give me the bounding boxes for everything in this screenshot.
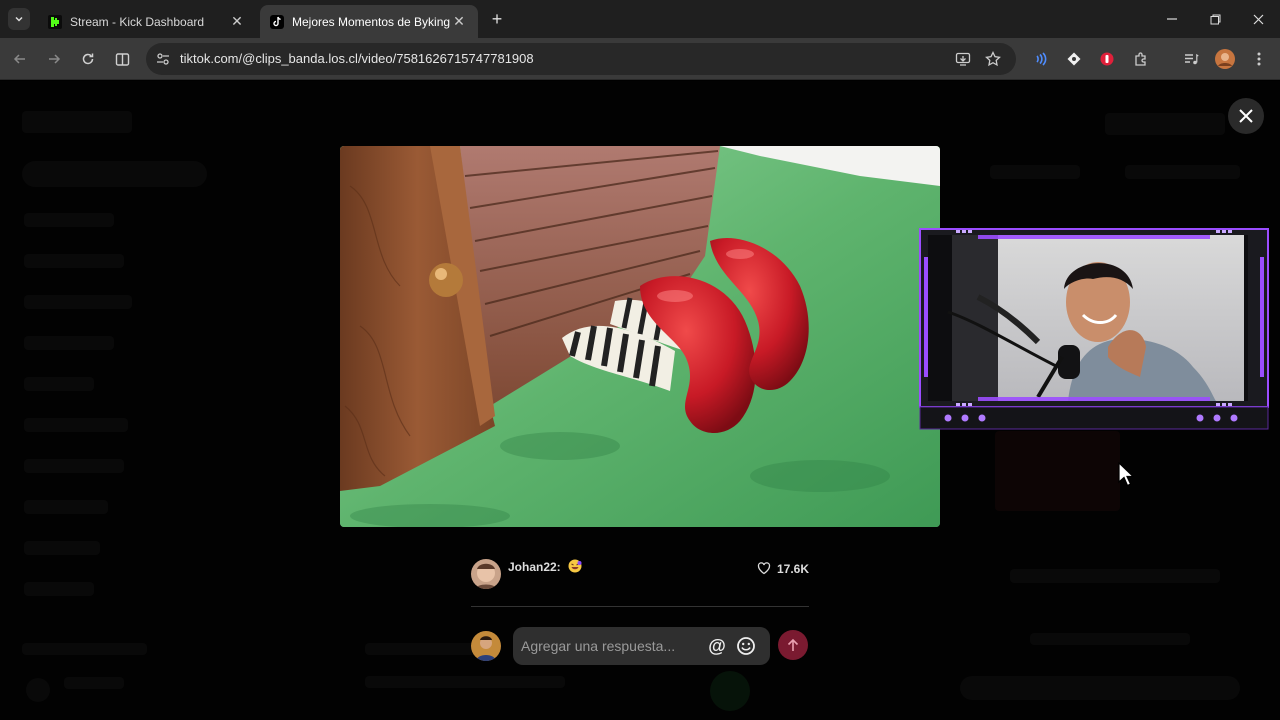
tab-kick-dashboard[interactable]: Stream - Kick Dashboard ✕	[38, 5, 256, 38]
mouse-cursor-icon	[1118, 461, 1135, 493]
cake-illustration	[340, 146, 940, 527]
browser-menu-icon[interactable]	[1247, 47, 1271, 71]
minimize-icon[interactable]	[1158, 6, 1186, 32]
close-modal-button[interactable]	[1228, 98, 1264, 134]
current-user-avatar[interactable]	[471, 631, 501, 661]
install-app-icon[interactable]	[951, 47, 975, 71]
reply-input-container[interactable]: @	[513, 627, 770, 665]
new-tab-button[interactable]: +	[486, 8, 508, 30]
restore-icon[interactable]	[1201, 6, 1229, 32]
divider	[471, 606, 809, 607]
close-tab-icon[interactable]: ✕	[450, 13, 468, 31]
tab-title: Stream - Kick Dashboard	[70, 14, 205, 29]
streamer-webcam-overlay	[918, 227, 1270, 433]
heart-icon[interactable]	[757, 561, 773, 577]
address-bar[interactable]: tiktok.com/@clips_banda.los.cl/video/758…	[146, 43, 1016, 75]
chevron-down-icon	[15, 16, 23, 22]
split-view-icon[interactable]	[110, 47, 134, 71]
site-settings-icon[interactable]	[154, 50, 172, 68]
arrow-up-icon	[787, 638, 799, 651]
extension-red-icon[interactable]	[1095, 47, 1119, 71]
close-icon	[1239, 109, 1253, 123]
extension-diamond-icon[interactable]	[1062, 47, 1086, 71]
url-text: tiktok.com/@clips_banda.los.cl/video/758…	[180, 51, 534, 66]
bookmark-star-icon[interactable]	[981, 47, 1005, 71]
profile-avatar[interactable]	[1213, 47, 1237, 71]
laughing-emoji-icon	[568, 559, 582, 573]
commenter-avatar[interactable]	[471, 559, 501, 589]
comment-item: Johan22: 17.6K	[471, 557, 811, 591]
comment-media-image[interactable]	[340, 146, 940, 527]
extensions-puzzle-icon[interactable]	[1129, 47, 1153, 71]
back-icon[interactable]	[8, 47, 32, 71]
media-controls-icon[interactable]	[1179, 47, 1203, 71]
browser-toolbar: tiktok.com/@clips_banda.los.cl/video/758…	[0, 38, 1280, 80]
reload-icon[interactable]	[76, 47, 100, 71]
send-reply-button[interactable]	[778, 630, 808, 660]
emoji-icon[interactable]	[735, 635, 757, 657]
extension-audio-icon[interactable]	[1028, 47, 1052, 71]
tab-tiktok-video[interactable]: Mejores Momentos de Byking: ✕	[260, 5, 478, 38]
mention-button[interactable]: @	[706, 635, 728, 657]
tab-title: Mejores Momentos de Byking:	[292, 14, 450, 29]
tiktok-icon	[270, 14, 284, 29]
close-window-icon[interactable]	[1244, 6, 1272, 32]
like-count: 17.6K	[777, 562, 810, 576]
forward-icon[interactable]	[42, 47, 66, 71]
close-tab-icon[interactable]: ✕	[228, 13, 246, 31]
reply-composer: @	[471, 626, 811, 666]
tab-search-button[interactable]	[8, 8, 30, 30]
reply-input[interactable]	[521, 635, 701, 657]
kick-icon	[48, 14, 62, 29]
comment-author[interactable]: Johan22:	[508, 560, 561, 574]
browser-tab-strip: Stream - Kick Dashboard ✕ Mejores Moment…	[0, 0, 1280, 38]
